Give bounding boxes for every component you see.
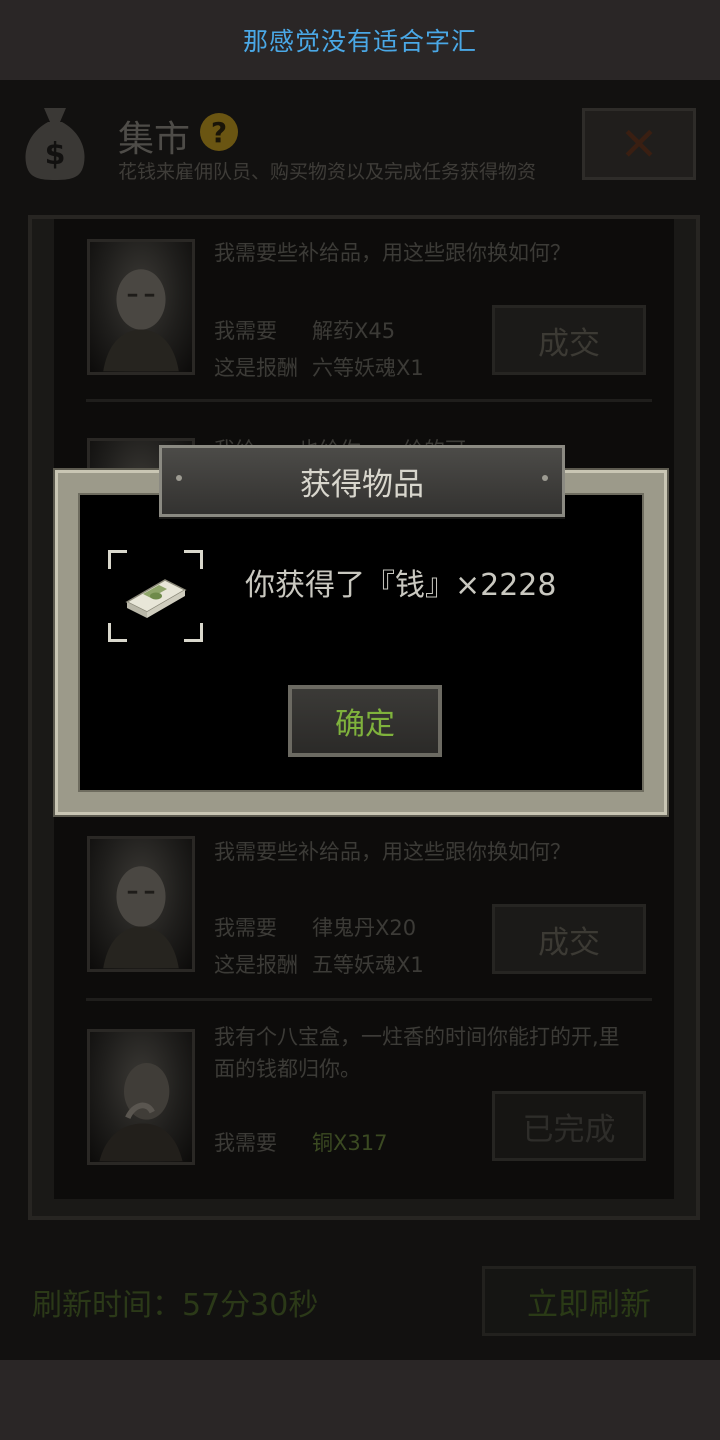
- trade-button[interactable]: 成交: [492, 904, 646, 974]
- slot-corner: [108, 550, 127, 569]
- need-value: 铜X317: [312, 1131, 388, 1155]
- trade-button[interactable]: 成交: [492, 305, 646, 375]
- money-stack-icon: [125, 579, 187, 618]
- rivet-icon: [542, 475, 548, 481]
- need-value: 律鬼丹X20: [312, 916, 417, 940]
- need-label: 我需要: [214, 1131, 277, 1155]
- close-icon: ✕: [619, 117, 659, 171]
- offer-text: 我需要些补给品，用这些跟你换如何？: [214, 241, 571, 265]
- reward-dialog-title: 获得物品: [159, 445, 565, 517]
- market-header: $ 集市 ? 花钱来雇佣队员、购买物资以及完成任务获得物资 ✕: [0, 80, 720, 215]
- need-value: 解药X45: [312, 319, 396, 343]
- confirm-button[interactable]: 确定: [288, 685, 442, 757]
- svg-text:$: $: [45, 137, 66, 172]
- row-divider: [86, 998, 652, 1001]
- rivet-icon: [176, 475, 182, 481]
- npc-portrait: [87, 239, 195, 375]
- reward-label: 这是报酬: [214, 356, 298, 380]
- page-subtitle: 花钱来雇佣队员、购买物资以及完成任务获得物资: [118, 161, 537, 183]
- help-icon[interactable]: ?: [200, 113, 238, 151]
- slot-corner: [184, 623, 203, 642]
- offer-text: 我需要些补给品，用这些跟你换如何？: [214, 840, 571, 864]
- page-title: 集市: [118, 119, 191, 160]
- offer-text-line1: 我有个八宝盒，一炷香的时间你能打的开,里: [214, 1025, 620, 1049]
- dialog-title-text: 获得物品: [300, 466, 424, 503]
- top-bar: 那感觉没有适合字汇: [0, 0, 720, 80]
- row-divider: [86, 399, 652, 402]
- reward-item-slot: [108, 550, 203, 642]
- market-screen: $ 集市 ? 花钱来雇佣队员、购买物资以及完成任务获得物资 ✕ 我需要些补给品，…: [0, 80, 720, 1360]
- refresh-timer: 刷新时间：57分30秒: [32, 1288, 319, 1323]
- npc-portrait: [87, 836, 195, 972]
- reward-label: 这是报酬: [214, 953, 298, 977]
- bottom-bar: [0, 1360, 720, 1440]
- offer-text-line2: 面的钱都归你。: [214, 1057, 361, 1081]
- money-bag-icon: $: [25, 108, 85, 180]
- close-button[interactable]: ✕: [582, 108, 696, 180]
- reward-value: 五等妖魂X1: [312, 953, 424, 977]
- slot-corner: [108, 623, 127, 642]
- refresh-now-button[interactable]: 立即刷新: [482, 1266, 696, 1336]
- top-bar-title: 那感觉没有适合字汇: [242, 27, 477, 56]
- reward-value: 六等妖魂X1: [312, 356, 424, 380]
- slot-corner: [184, 550, 203, 569]
- reward-message: 你获得了『钱』×2228: [245, 568, 557, 603]
- need-label: 我需要: [214, 916, 277, 940]
- completed-button[interactable]: 已完成: [492, 1091, 646, 1161]
- need-label: 我需要: [214, 319, 277, 343]
- npc-portrait: [87, 1029, 195, 1165]
- reward-dialog: [55, 470, 667, 815]
